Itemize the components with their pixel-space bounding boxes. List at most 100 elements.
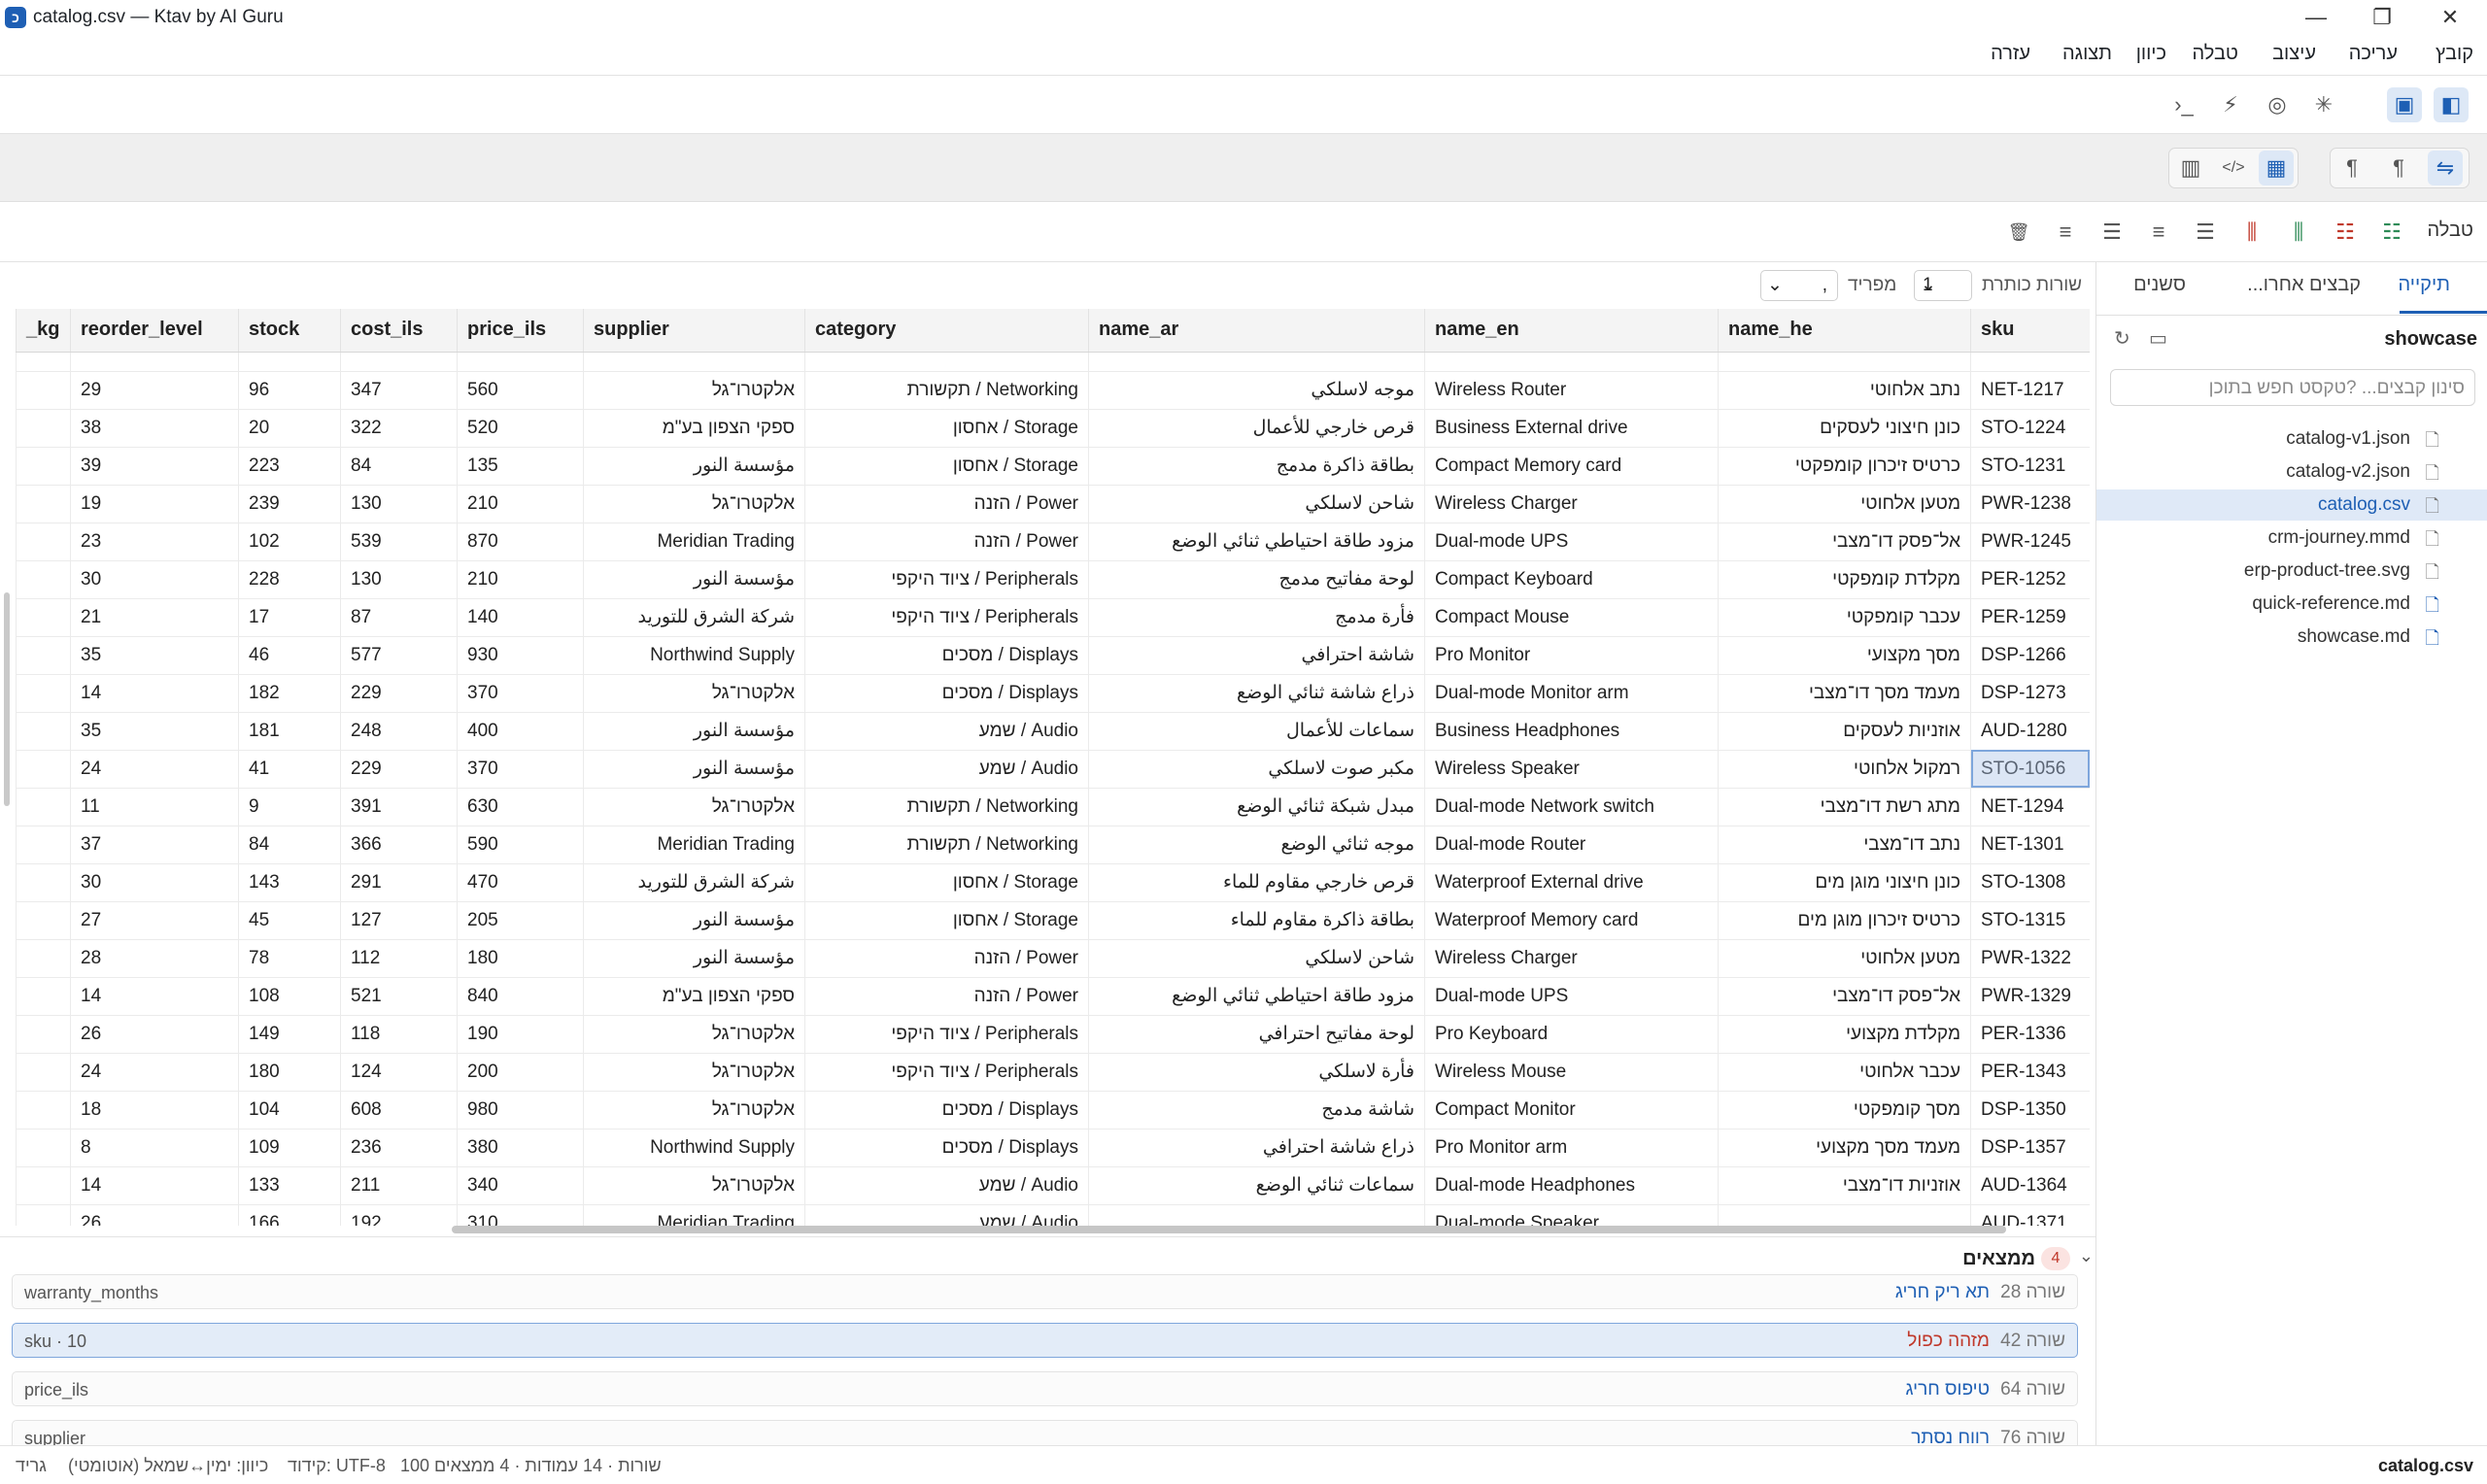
table-cell[interactable]: אלקטרו־גל: [583, 1015, 805, 1054]
table-cell[interactable]: 380: [457, 1129, 584, 1167]
column-header[interactable]: name_he: [1718, 309, 1971, 353]
table-cell[interactable]: 18: [70, 1091, 239, 1130]
table-cell[interactable]: 84: [238, 826, 341, 864]
table-cell[interactable]: 205: [457, 901, 584, 940]
table-cell[interactable]: Dual-mode UPS: [1424, 523, 1719, 561]
table-cell[interactable]: سماعات للأعمال: [1088, 712, 1425, 751]
table-cell[interactable]: מקלדת קומפקטי: [1718, 560, 1971, 599]
table-cell[interactable]: [16, 674, 71, 713]
table-cell[interactable]: ذراع شاشة احترافي: [1088, 1129, 1425, 1167]
table-cell[interactable]: 29: [70, 371, 239, 410]
table-cell[interactable]: אוזניות לעסקים: [1718, 712, 1971, 751]
table-cell[interactable]: [16, 826, 71, 864]
table-cell[interactable]: מעמד מסך דו־מצבי: [1718, 674, 1971, 713]
table-cell[interactable]: [1718, 352, 1971, 372]
file-tree-item[interactable]: 🗋 crm-journey.mmd: [2096, 523, 2487, 554]
split-view-icon[interactable]: ▥: [2173, 151, 2208, 186]
table-cell[interactable]: Wireless Speaker: [1424, 750, 1719, 789]
table-cell[interactable]: [16, 447, 71, 486]
table-cell[interactable]: [16, 1204, 71, 1226]
table-cell[interactable]: 980: [457, 1091, 584, 1130]
align-center-icon[interactable]: ≡: [2141, 215, 2176, 250]
table-cell[interactable]: Power / הזנה: [804, 977, 1089, 1016]
file-tree-item[interactable]: 🗋 quick-reference.md: [2096, 589, 2487, 620]
table-cell[interactable]: 577: [340, 636, 458, 675]
table-cell[interactable]: 190: [457, 1015, 584, 1054]
table-cell[interactable]: Compact Keyboard: [1424, 560, 1719, 599]
table-cell[interactable]: Peripherals / ציוד היקפי: [804, 560, 1089, 599]
table-cell[interactable]: 112: [340, 939, 458, 978]
table-cell[interactable]: Pro Monitor arm: [1424, 1129, 1719, 1167]
table-cell[interactable]: 104: [238, 1091, 341, 1130]
table-cell[interactable]: אוזניות דו־מצבי: [1718, 1166, 1971, 1205]
table-cell[interactable]: [16, 712, 71, 751]
table-cell[interactable]: NET-1294: [1970, 788, 2090, 826]
table-cell[interactable]: 149: [238, 1015, 341, 1054]
table-cell[interactable]: 38: [70, 409, 239, 448]
sidebar-toggle-icon[interactable]: ◧: [2434, 87, 2469, 122]
column-header[interactable]: price_ils: [457, 309, 584, 353]
table-cell[interactable]: כרטיס זיכרון קומפקטי: [1718, 447, 1971, 486]
table-cell[interactable]: شاشة مدمج: [1088, 1091, 1425, 1130]
table-cell[interactable]: Wireless Charger: [1424, 939, 1719, 978]
table-cell[interactable]: 310: [457, 1204, 584, 1226]
table-cell[interactable]: STO-1056: [1970, 750, 2090, 789]
bolt-icon[interactable]: ⚡: [2213, 87, 2248, 122]
table-cell[interactable]: فأرة مدمج: [1088, 598, 1425, 637]
table-cell[interactable]: [16, 352, 71, 372]
table-cell[interactable]: ספקי הצפון בע"מ: [583, 977, 805, 1016]
table-cell[interactable]: DSP-1357: [1970, 1129, 2090, 1167]
add-row-icon[interactable]: ☷: [2374, 215, 2409, 250]
table-cell[interactable]: لوحة مفاتيح احترافي: [1088, 1015, 1425, 1054]
close-window-button[interactable]: ✕: [2431, 2, 2470, 33]
table-cell[interactable]: PWR-1245: [1970, 523, 2090, 561]
table-cell[interactable]: 340: [457, 1166, 584, 1205]
grid-view-icon[interactable]: ▦: [2259, 151, 2294, 186]
table-cell[interactable]: PER-1252: [1970, 560, 2090, 599]
column-header[interactable]: _kg: [16, 309, 71, 353]
folder-icon[interactable]: ▭: [2149, 326, 2167, 351]
table-cell[interactable]: 19: [70, 485, 239, 523]
delete-row-icon[interactable]: ☷: [2328, 215, 2363, 250]
table-cell[interactable]: 84: [340, 447, 458, 486]
table-cell[interactable]: Dual-mode Headphones: [1424, 1166, 1719, 1205]
table-cell[interactable]: 366: [340, 826, 458, 864]
align-justify-icon[interactable]: ≡: [2048, 215, 2083, 250]
table-cell[interactable]: 539: [340, 523, 458, 561]
table-cell[interactable]: 200: [457, 1053, 584, 1092]
table-cell[interactable]: [804, 352, 1089, 372]
table-cell[interactable]: سماعات ثنائي الوضع: [1088, 1166, 1425, 1205]
table-cell[interactable]: 30: [70, 560, 239, 599]
table-cell[interactable]: 14: [70, 1166, 239, 1205]
vertical-scrollbar[interactable]: [4, 592, 10, 806]
menu-view[interactable]: תצוגה: [2062, 43, 2112, 65]
table-cell[interactable]: 124: [340, 1053, 458, 1092]
table-cell[interactable]: 400: [457, 712, 584, 751]
table-cell[interactable]: 24: [70, 750, 239, 789]
table-cell[interactable]: شاحن لاسلكي: [1088, 485, 1425, 523]
collapse-chevron-icon[interactable]: ⌄: [2079, 1246, 2094, 1266]
table-cell[interactable]: Meridian Trading: [583, 523, 805, 561]
table-cell[interactable]: 78: [238, 939, 341, 978]
table-cell[interactable]: [16, 1129, 71, 1167]
table-cell[interactable]: Compact Monitor: [1424, 1091, 1719, 1130]
table-cell[interactable]: 180: [457, 939, 584, 978]
status-view[interactable]: גריד: [16, 1456, 47, 1476]
file-tree-item[interactable]: 🗋 catalog-v2.json: [2096, 456, 2487, 488]
table-cell[interactable]: 11: [70, 788, 239, 826]
table-cell[interactable]: ذراع شاشة ثنائي الوضع: [1088, 674, 1425, 713]
status-direction[interactable]: כיוון: ימין↔שמאל (אוטומטי): [68, 1456, 268, 1476]
column-header[interactable]: cost_ils: [340, 309, 458, 353]
menu-table[interactable]: טבלה: [2193, 43, 2239, 65]
table-cell[interactable]: PER-1336: [1970, 1015, 2090, 1054]
auto-direction-icon[interactable]: ⇋: [2428, 151, 2463, 186]
table-cell[interactable]: 870: [457, 523, 584, 561]
table-cell[interactable]: Displays / מסכים: [804, 1091, 1089, 1130]
table-cell[interactable]: [16, 977, 71, 1016]
table-cell[interactable]: 45: [238, 901, 341, 940]
table-cell[interactable]: موجه لاسلكي: [1088, 371, 1425, 410]
table-cell[interactable]: شركة الشرق للتوريد: [583, 598, 805, 637]
table-cell[interactable]: قرص خارجي مقاوم للماء: [1088, 863, 1425, 902]
table-cell[interactable]: Power / הזנה: [804, 939, 1089, 978]
tab-recent-files[interactable]: קבצים אחרו...: [2247, 274, 2361, 296]
